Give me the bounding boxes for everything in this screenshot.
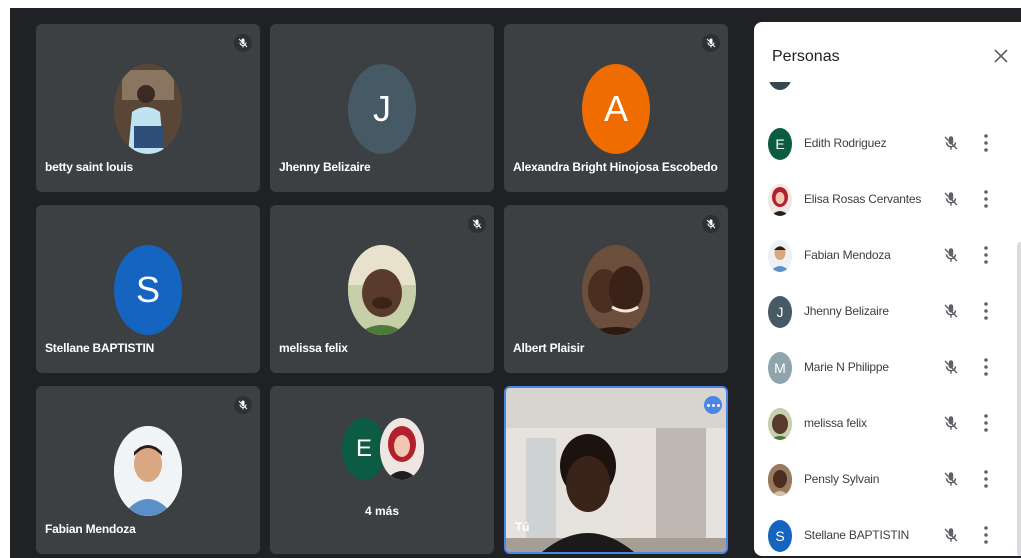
participant-row[interactable]: J Jhenny Belizaire xyxy=(754,282,1014,338)
participant-row[interactable]: Pensly Sylvain xyxy=(754,450,1014,506)
avatar-initial: A xyxy=(603,88,628,129)
meeting-stage: betty saint louis J Jhenny Belizaire A A… xyxy=(10,8,1021,558)
more-vert-icon[interactable] xyxy=(982,413,990,433)
muted-mic-icon xyxy=(944,360,958,374)
participant-row[interactable]: Fabian Mendoza xyxy=(754,226,1014,282)
avatar-initial: E xyxy=(775,136,785,152)
participant-tile[interactable]: melissa felix xyxy=(270,205,494,373)
participant-avatar: A xyxy=(582,64,650,154)
participant-row[interactable]: Elisa Rosas Cervantes xyxy=(754,170,1014,226)
more-vert-icon[interactable] xyxy=(982,189,990,209)
participant-name: betty saint louis xyxy=(45,160,133,174)
muted-mic-icon xyxy=(944,416,958,430)
participant-tile[interactable]: J Jhenny Belizaire xyxy=(270,24,494,192)
avatar-initial: S xyxy=(135,269,160,310)
scrolled-avatar-edge xyxy=(768,82,792,102)
avatar-initial: J xyxy=(776,304,784,320)
participant-tile[interactable]: betty saint louis xyxy=(36,24,260,192)
participant-name: Edith Rodriguez xyxy=(804,136,887,150)
participant-avatar: E xyxy=(768,128,792,160)
self-camera-feed xyxy=(506,388,726,552)
more-participants-tile[interactable]: E 4 más xyxy=(270,386,494,554)
participant-name: Elisa Rosas Cervantes xyxy=(804,192,922,206)
muted-mic-icon xyxy=(944,528,958,542)
participant-avatar: J xyxy=(768,296,792,328)
more-vert-icon[interactable] xyxy=(982,357,990,377)
muted-mic-icon xyxy=(944,248,958,262)
avatar-initial: J xyxy=(373,88,391,129)
avatar-initial: S xyxy=(775,528,785,544)
participant-photo xyxy=(768,464,792,496)
participant-name: Pensly Sylvain xyxy=(804,472,880,486)
panel-title: Personas xyxy=(772,48,840,65)
muted-mic-icon xyxy=(234,396,252,414)
participant-row[interactable]: M Marie N Philippe xyxy=(754,338,1014,394)
participant-name: Stellane BAPTISTIN xyxy=(804,528,910,542)
participant-photo xyxy=(768,240,792,272)
participant-name: Alexandra Bright Hinojosa Escobedo xyxy=(513,160,718,174)
self-view-tile[interactable]: Tú xyxy=(504,386,728,554)
muted-mic-icon xyxy=(234,34,252,52)
participant-row[interactable]: melissa felix xyxy=(754,394,1014,450)
muted-mic-icon xyxy=(702,215,720,233)
muted-mic-icon xyxy=(702,34,720,52)
participant-row[interactable]: S Stellane BAPTISTIN xyxy=(754,506,1014,556)
participant-photo xyxy=(348,245,416,335)
muted-mic-icon xyxy=(944,304,958,318)
muted-mic-icon xyxy=(944,136,958,150)
participant-row[interactable]: E Edith Rodriguez xyxy=(754,114,1014,170)
participant-avatar: S xyxy=(114,245,182,335)
participant-tile[interactable]: Fabian Mendoza xyxy=(36,386,260,554)
more-vert-icon[interactable] xyxy=(982,469,990,489)
participant-name: Marie N Philippe xyxy=(804,360,889,374)
participant-name: Fabian Mendoza xyxy=(45,522,136,536)
participant-tile[interactable]: S Stellane BAPTISTIN xyxy=(36,205,260,373)
participant-name: Fabian Mendoza xyxy=(804,248,891,262)
participant-name: melissa felix xyxy=(279,341,348,355)
participant-avatar: S xyxy=(768,520,792,552)
muted-mic-icon xyxy=(944,472,958,486)
more-vert-icon[interactable] xyxy=(982,525,990,545)
more-vert-icon[interactable] xyxy=(982,245,990,265)
self-label: Tú xyxy=(515,520,530,534)
participant-tile[interactable]: A Alexandra Bright Hinojosa Escobedo xyxy=(504,24,728,192)
participant-tile[interactable]: Albert Plaisir xyxy=(504,205,728,373)
participant-avatar: M xyxy=(768,352,792,384)
close-icon[interactable] xyxy=(989,44,1013,68)
participant-photo xyxy=(768,184,792,216)
participant-photo xyxy=(114,426,182,516)
people-panel: Personas E Edith Rodriguez Elisa Rosas C… xyxy=(754,22,1021,556)
participant-avatar: J xyxy=(348,64,416,154)
muted-mic-icon xyxy=(468,215,486,233)
participant-name: Stellane BAPTISTIN xyxy=(45,341,155,355)
participant-name: Jhenny Belizaire xyxy=(804,304,889,318)
muted-mic-icon xyxy=(944,192,958,206)
panel-scrollbar[interactable] xyxy=(1017,242,1021,556)
participant-name: Albert Plaisir xyxy=(513,341,585,355)
more-vert-icon[interactable] xyxy=(982,301,990,321)
participant-photo xyxy=(768,408,792,440)
participant-photo xyxy=(582,245,650,335)
overflow-photo xyxy=(380,418,424,480)
participant-photo xyxy=(114,64,182,154)
more-options-icon[interactable] xyxy=(704,396,722,414)
participant-name: melissa felix xyxy=(804,416,867,430)
avatar-initial: M xyxy=(774,360,786,376)
participant-name: Jhenny Belizaire xyxy=(279,160,371,174)
overflow-count: 4 más xyxy=(364,504,400,518)
more-vert-icon[interactable] xyxy=(982,133,990,153)
avatar-initial: E xyxy=(355,435,372,462)
